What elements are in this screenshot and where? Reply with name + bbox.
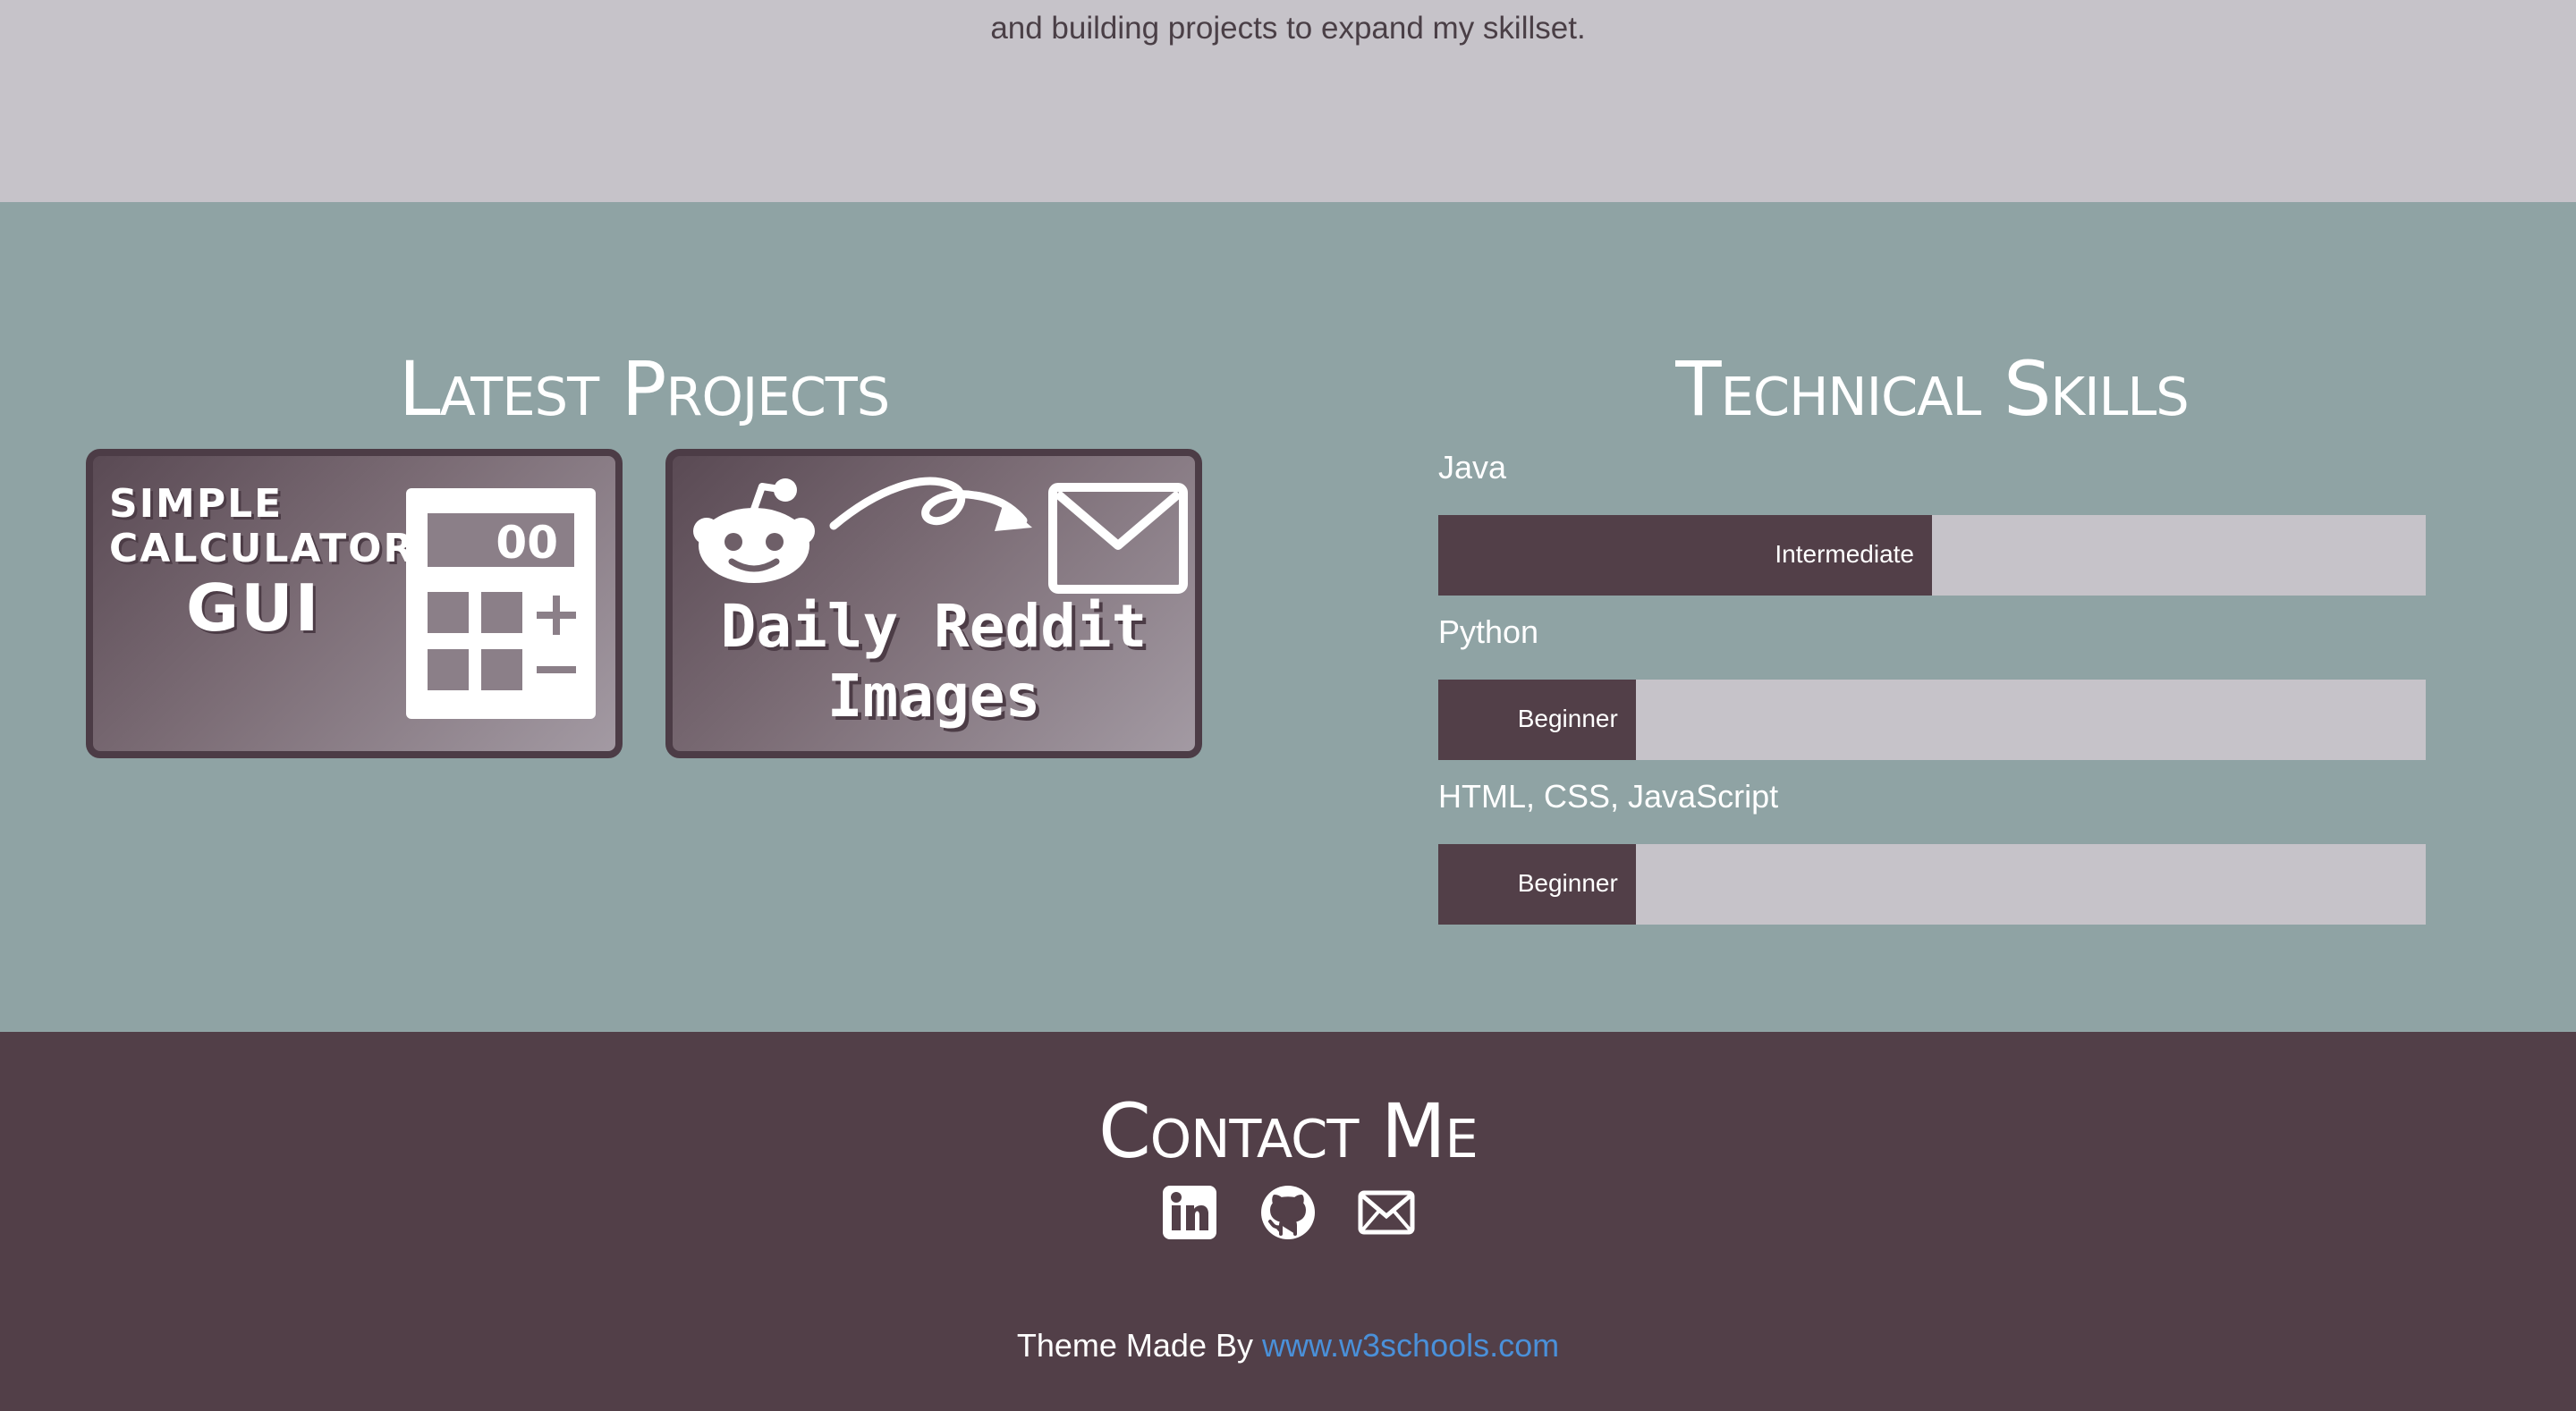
skill-level-web: Beginner [1517, 869, 1618, 897]
calculator-key [428, 649, 469, 690]
skills-title: Technical Skills [1675, 345, 2189, 433]
plus-icon [537, 596, 576, 635]
w3schools-link[interactable]: www.w3schools.com [1262, 1327, 1559, 1364]
skill-label-java: Java [1438, 449, 1507, 486]
reddit-title-line-1: Daily Reddit [720, 592, 1148, 661]
contact-title: Contact Me [1098, 1087, 1479, 1175]
project-card-reddit[interactable]: Daily Reddit Images [665, 449, 1202, 758]
linkedin-icon[interactable] [1161, 1184, 1218, 1241]
reddit-title-line-2: Images [826, 662, 1041, 731]
reddit-icon [693, 478, 815, 583]
skill-level-python: Beginner [1517, 705, 1618, 732]
skill-bar-web: Beginner [1438, 844, 2426, 925]
skill-bar-python: Beginner [1438, 680, 2426, 760]
main-section: Latest Projects SIMPLE CALCULATOR GUI 00 [0, 202, 2576, 1032]
about-section: and building projects to expand my skill… [0, 0, 2576, 202]
contact-icons [0, 1184, 2576, 1241]
skill-label-python: Python [1438, 613, 1539, 650]
project-card-calculator[interactable]: SIMPLE CALCULATOR GUI 00 [86, 449, 623, 758]
footer-credit: Theme Made By www.w3schools.com [0, 1327, 2576, 1365]
projects-title: Latest Projects [398, 345, 891, 433]
skill-bar-fill: Beginner [1438, 844, 1636, 925]
credit-prefix: Theme Made By [1016, 1327, 1253, 1364]
calculator-title-line-1: SIMPLE [109, 481, 284, 527]
calculator-icon: 00 [406, 488, 596, 719]
calculator-display-digits: 00 [496, 517, 558, 569]
calculator-title-line-3: GUI [186, 570, 321, 646]
mail-icon [1048, 483, 1188, 594]
calculator-key [428, 592, 469, 633]
arrow-icon [829, 477, 1032, 531]
minus-icon [537, 666, 576, 673]
skill-label-web: HTML, CSS, JavaScript [1438, 778, 1779, 815]
skill-bar-fill: Intermediate [1438, 515, 1932, 596]
calculator-key [481, 649, 522, 690]
contact-section: Contact Me Theme Made By www.w3schools.c… [0, 1032, 2576, 1411]
skill-level-java: Intermediate [1775, 540, 1914, 568]
calculator-key [481, 592, 522, 633]
github-icon[interactable] [1259, 1184, 1317, 1241]
calculator-display: 00 [428, 513, 574, 569]
about-text: and building projects to expand my skill… [990, 11, 1586, 46]
calculator-title-line-2: CALCULATOR [109, 526, 416, 571]
email-icon[interactable] [1358, 1184, 1415, 1241]
skill-bar-fill: Beginner [1438, 680, 1636, 760]
skill-bar-java: Intermediate [1438, 515, 2426, 596]
